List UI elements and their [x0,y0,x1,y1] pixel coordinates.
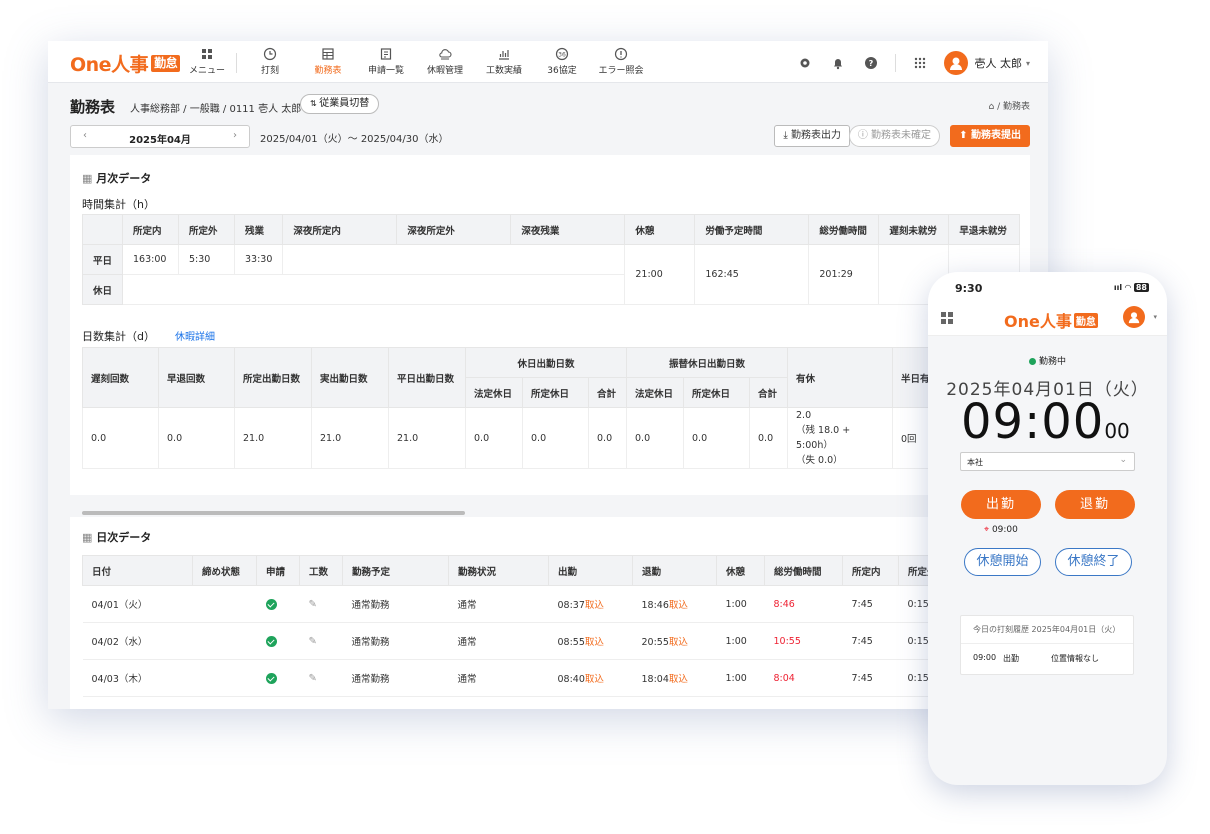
table-icon [322,48,334,60]
help-icon[interactable]: ? [862,54,880,72]
nav-divider [895,54,897,72]
clock-in-button[interactable]: 出勤 [961,490,1041,519]
leave-detail-link[interactable]: 休暇詳細 [175,332,215,343]
time-summary-title: 時間集計（h） [82,198,155,211]
history-title: 今日の打刻履歴 2025年04月01日（火） [961,616,1133,644]
gear-icon[interactable] [796,54,814,72]
signal-wifi-battery-icon: ııl ◠ 88 [1113,283,1149,292]
check-circle-icon [265,635,277,647]
table-row[interactable]: 04/03（木） ✎ 通常勤務 通常 08:40取込 18:04取込 1:00 … [82,659,1020,697]
nav-clock[interactable]: 打刻 [240,47,300,76]
chevron-down-icon[interactable]: ▾ [1153,313,1157,321]
nav-requests[interactable]: 申請一覧 [356,47,416,76]
status-badge: 勤務中 [928,354,1167,367]
time-summary-table: 所定内 所定外 残業 深夜所定内 深夜所定外 深夜残業 休憩 労働予定時間 総労… [82,214,1020,305]
home-icon[interactable]: ⌂ [989,102,998,112]
submit-button[interactable]: ⬆ 勤務表提出 [950,125,1030,147]
alert-icon [614,47,628,61]
daily-title: ▦ 日次データ [82,531,152,544]
nav-36[interactable]: 36 36協定 [532,47,592,76]
cloud-icon [439,49,452,60]
daily-card: ▦ 日次データ 日付 締め状態 申請 工数 勤務予定 勤務状況 出勤 退勤 休憩… [70,517,1030,709]
clock-in-record: ⌖ 09:00 [984,525,1018,535]
big-clock: 09:0000 [961,394,1130,450]
pencil-icon[interactable]: ✎ [309,636,317,647]
calendar-icon: ▦ [82,531,97,544]
svg-text:36: 36 [558,52,566,59]
nav-right: ? 壱人 太郎 ▾ [796,51,1030,75]
horizontal-scrollbar[interactable] [82,511,465,515]
table-row: 0.0 0.0 21.0 21.0 21.0 0.0 0.0 0.0 0.0 0… [82,407,1020,469]
nav-divider [236,53,237,73]
chevron-right-icon[interactable]: › [233,130,237,141]
app-logo[interactable]: One人事 勤怠 [70,50,181,77]
status-dot-icon [1028,358,1036,365]
clock-out-button[interactable]: 退勤 [1055,490,1135,519]
table-row: 平日 163:00 5:30 33:30 21:00 162:45 201:29 [82,244,1020,305]
days-summary-title: 日数集計（d） 休暇詳細 [82,330,215,343]
break-start-button[interactable]: 休憩開始 [964,548,1041,576]
unconfirmed-button[interactable]: ⓘ 勤務表未確定 [848,125,940,147]
daily-table: 日付 締め状態 申請 工数 勤務予定 勤務状況 出勤 退勤 休憩 総労働時間 所… [82,555,1020,697]
user-name[interactable]: 壱人 太郎 [974,55,1022,71]
export-button[interactable]: ⤓ 勤務表出力 [774,125,850,147]
check-circle-icon [265,598,277,610]
monthly-title: ▦ 月次データ [82,172,152,185]
info-icon: ⓘ [857,130,871,141]
nav-workload[interactable]: 工数実績 [474,47,534,76]
document-icon [380,48,392,60]
break-end-button[interactable]: 休憩終了 [1055,548,1132,576]
top-nav: One人事勤怠 メニュー 打刻 勤務表 申請一覧 休暇管理 工数実績 36 3 [48,41,1048,83]
timer-36-icon: 36 [555,47,569,61]
bell-icon[interactable] [829,54,847,72]
nav-errors[interactable]: エラー照会 [591,47,651,76]
employee-info: 人事総務部 / 一般職 / 0111 壱人 太郎 [130,104,302,115]
list-item: 09:00 出勤 位置情報なし [973,653,1099,663]
download-icon: ⤓ [783,130,791,141]
pencil-icon[interactable]: ✎ [309,599,317,610]
clock-icon [263,47,277,61]
page-title: 勤務表 [70,98,116,116]
phone-header: 9:30 ııl ◠ 88 One人事 勤怠 ▾ [928,272,1167,336]
chevron-down-icon: ⌄ [1119,455,1127,465]
pencil-icon[interactable]: ✎ [309,673,317,684]
mobile-phone: 9:30 ııl ◠ 88 One人事 勤怠 ▾ 勤務中 2025年04月01日（… [928,272,1167,785]
monthly-card: ▦ 月次データ 時間集計（h） 所定内 所定外 残業 深夜所定内 深夜所定外 深… [70,155,1030,515]
phone-notch [973,272,1065,292]
swap-icon: ⇅ [310,99,320,108]
check-circle-icon [265,672,277,684]
table-row[interactable]: 04/01（火） ✎ 通常勤務 通常 08:37取込 18:46取込 1:00 … [82,585,1020,623]
date-range: 2025/04/01（火）〜 2025/04/30（水） [260,134,449,145]
nav-timesheet[interactable]: 勤務表 [298,47,358,76]
nav-menu[interactable]: メニュー [177,47,237,76]
chevron-down-icon[interactable]: ▾ [1026,59,1030,68]
apps-icon[interactable] [911,54,929,72]
nav-leave[interactable]: 休暇管理 [415,47,475,76]
month-label: 2025年04月 [129,135,191,146]
upload-icon: ⬆ [959,130,971,141]
punch-history: 今日の打刻履歴 2025年04月01日（火） 09:00 出勤 位置情報なし [960,615,1134,675]
phone-time: 9:30 [955,282,983,295]
chart-icon [499,50,509,60]
location-pin-icon: ⌖ [984,525,992,535]
avatar[interactable] [944,51,969,75]
calendar-icon: ▦ [82,172,97,185]
breadcrumb: ⌂ / 勤務表 [988,102,1030,112]
desktop-app-window: One人事勤怠 メニュー 打刻 勤務表 申請一覧 休暇管理 工数実績 36 3 [48,41,1048,709]
avatar[interactable] [1123,306,1145,328]
svg-text:?: ? [869,59,874,68]
days-summary-table: 遅刻回数 早退回数 所定出勤日数 実出勤日数 平日出勤日数 休日出勤日数 振替休… [82,347,1020,469]
month-selector[interactable]: ‹ 2025年04月 › [70,125,250,148]
switch-employee-button[interactable]: ⇅ 従業員切替 [300,94,380,114]
grid-icon [202,49,212,59]
table-row[interactable]: 04/02（水） ✎ 通常勤務 通常 08:55取込 20:55取込 1:00 … [82,622,1020,660]
location-select[interactable]: 本社 ⌄ [960,452,1135,471]
grid-icon[interactable] [940,311,954,325]
app-logo: One人事 勤怠 [1004,312,1098,331]
